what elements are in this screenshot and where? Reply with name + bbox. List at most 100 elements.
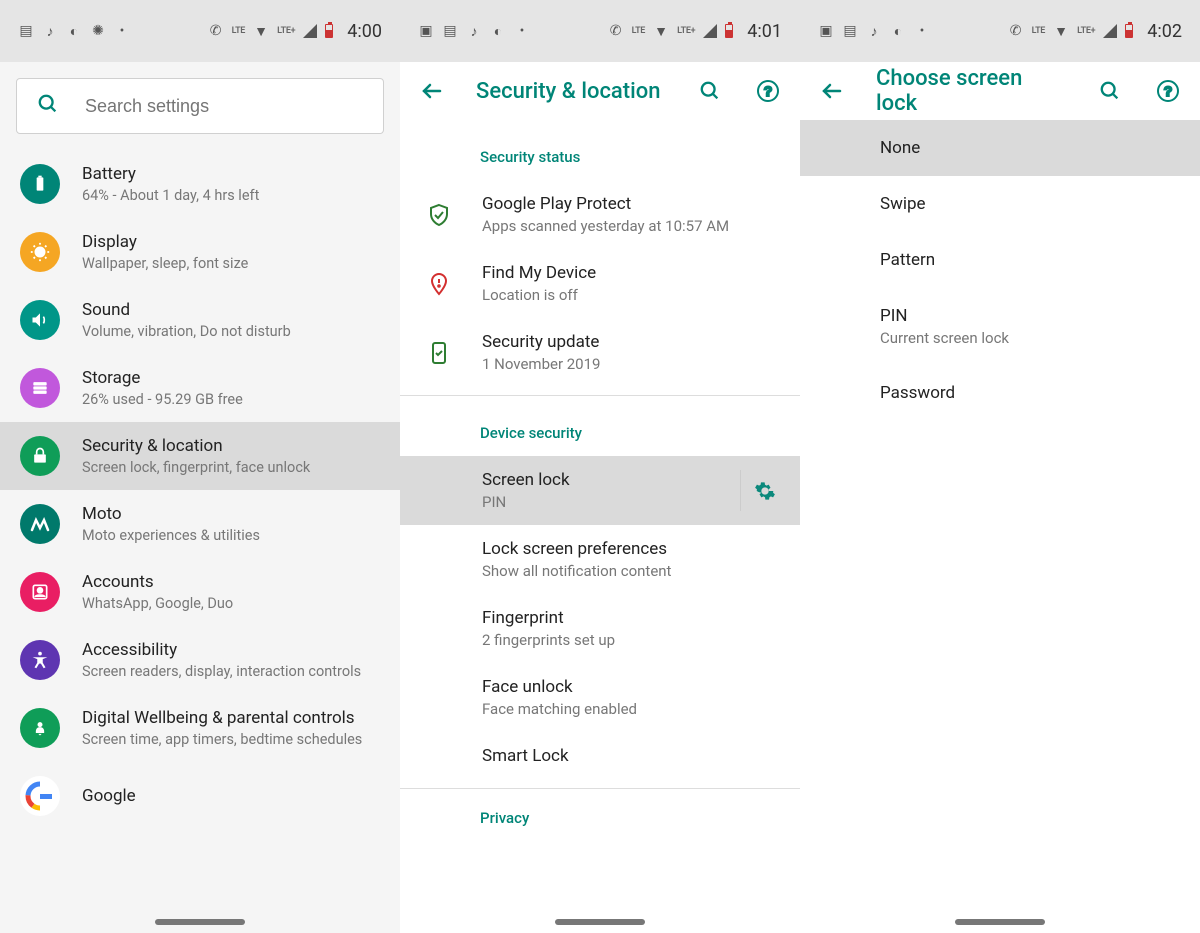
wellbeing-icon bbox=[20, 708, 60, 748]
item-subtitle: Current screen lock bbox=[880, 329, 1180, 347]
item-title: PIN bbox=[880, 306, 1180, 326]
notif-icon: ▤ bbox=[18, 23, 34, 39]
status-bar: ▤ ♪ ◐ ✺ • ✆ LTE ▼ LTE+ 4:00 bbox=[0, 0, 400, 62]
item-subtitle: 2 fingerprints set up bbox=[482, 631, 788, 649]
item-subtitle: Volume, vibration, Do not disturb bbox=[82, 323, 380, 340]
help-button[interactable]: ? bbox=[1154, 77, 1182, 105]
item-title: Battery bbox=[82, 164, 380, 184]
status-bar: ▣ ▤ ♪ ◐ • ✆ LTE ▼ LTE+ 4:01 bbox=[400, 0, 800, 62]
item-subtitle: Show all notification content bbox=[482, 562, 788, 580]
screen-lock-settings-button[interactable] bbox=[740, 470, 788, 511]
section-header: Privacy bbox=[400, 789, 800, 841]
dot-icon: • bbox=[114, 23, 130, 39]
nav-pill[interactable] bbox=[155, 919, 245, 925]
search-input[interactable] bbox=[85, 96, 363, 117]
call-icon: ✆ bbox=[1008, 23, 1024, 39]
item-title: Face unlock bbox=[482, 677, 788, 697]
settings-item-storage[interactable]: Storage 26% used - 95.29 GB free bbox=[0, 354, 400, 422]
nav-pill[interactable] bbox=[555, 919, 645, 925]
page-title: Security & location bbox=[476, 79, 666, 104]
moon-icon: ◐ bbox=[890, 23, 906, 39]
settings-item-sound[interactable]: Sound Volume, vibration, Do not disturb bbox=[0, 286, 400, 354]
image-icon: ▣ bbox=[418, 23, 434, 39]
search-settings[interactable] bbox=[16, 78, 384, 134]
lock-option-none[interactable]: None bbox=[800, 120, 1200, 176]
settings-item-accessibility[interactable]: Accessibility Screen readers, display, in… bbox=[0, 626, 400, 694]
settings-item-security-location[interactable]: Security & locationScreen lock, fingerpr… bbox=[0, 422, 400, 490]
item-subtitle: Screen time, app timers, bedtime schedul… bbox=[82, 731, 380, 748]
lock-icon bbox=[20, 436, 60, 476]
section-header: Security status bbox=[400, 120, 800, 180]
moto-icon bbox=[20, 504, 60, 544]
battery-icon bbox=[20, 164, 60, 204]
settings-screen: ▤ ♪ ◐ ✺ • ✆ LTE ▼ LTE+ 4:00 Battery64% -… bbox=[0, 0, 400, 933]
item-subtitle: Screen readers, display, interaction con… bbox=[82, 663, 380, 680]
location-alert-icon bbox=[418, 272, 460, 296]
item-title: Storage bbox=[82, 368, 380, 388]
lock-option-pin[interactable]: PIN Current screen lock bbox=[800, 288, 1200, 365]
nav-pill[interactable] bbox=[955, 919, 1045, 925]
security-item-face-unlock[interactable]: Face unlock Face matching enabled bbox=[400, 663, 800, 732]
item-title: Digital Wellbeing & parental controls bbox=[82, 708, 380, 728]
signal-icon bbox=[1103, 24, 1117, 38]
settings-item-moto[interactable]: MotoMoto experiences & utilities bbox=[0, 490, 400, 558]
dot-icon: • bbox=[914, 23, 930, 39]
lock-option-pattern[interactable]: Pattern bbox=[800, 232, 1200, 288]
image-icon: ▣ bbox=[818, 23, 834, 39]
item-subtitle: Apps scanned yesterday at 10:57 AM bbox=[482, 217, 788, 235]
accessibility-icon bbox=[20, 640, 60, 680]
security-item-lock-screen-preferences[interactable]: Lock screen preferencesShow all notifica… bbox=[400, 525, 800, 594]
item-subtitle: 26% used - 95.29 GB free bbox=[82, 391, 380, 408]
dot-icon: • bbox=[514, 23, 530, 39]
search-button[interactable] bbox=[696, 77, 724, 105]
help-button[interactable]: ? bbox=[754, 77, 782, 105]
settings-item-google[interactable]: Google bbox=[0, 762, 400, 830]
app-bar: Security & location ? bbox=[400, 62, 800, 120]
music-icon: ♪ bbox=[866, 23, 882, 39]
settings-item-accounts[interactable]: AccountsWhatsApp, Google, Duo bbox=[0, 558, 400, 626]
security-item-google-play-protect[interactable]: Google Play ProtectApps scanned yesterda… bbox=[400, 180, 800, 249]
security-item-find-my-device[interactable]: Find My DeviceLocation is off bbox=[400, 249, 800, 318]
lte-label: LTE bbox=[632, 26, 646, 36]
item-subtitle: 1 November 2019 bbox=[482, 355, 788, 373]
item-subtitle: Face matching enabled bbox=[482, 700, 788, 718]
app-bar: Choose screen lock ? bbox=[800, 62, 1200, 120]
security-item-security-update[interactable]: Security update 1 November 2019 bbox=[400, 318, 800, 387]
clock: 4:01 bbox=[747, 21, 782, 42]
lock-option-swipe[interactable]: Swipe bbox=[800, 176, 1200, 232]
sound-icon bbox=[20, 300, 60, 340]
item-title: Fingerprint bbox=[482, 608, 788, 628]
back-button[interactable] bbox=[818, 77, 846, 105]
settings-item-display[interactable]: DisplayWallpaper, sleep, font size bbox=[0, 218, 400, 286]
item-title: Swipe bbox=[880, 194, 1180, 214]
music-icon: ♪ bbox=[466, 23, 482, 39]
item-title: Sound bbox=[82, 300, 380, 320]
settings-item-digital-wellbeing-parental-controls[interactable]: Digital Wellbeing & parental controls Scr… bbox=[0, 694, 400, 762]
item-title: Moto bbox=[82, 504, 380, 524]
fan-icon: ✺ bbox=[90, 23, 106, 39]
item-title: Security update bbox=[482, 332, 788, 352]
item-title: Screen lock bbox=[482, 470, 718, 490]
lock-option-password[interactable]: Password bbox=[800, 365, 1200, 421]
settings-item-battery[interactable]: Battery64% - About 1 day, 4 hrs left bbox=[0, 150, 400, 218]
item-title: Pattern bbox=[880, 250, 1180, 270]
battery-icon bbox=[1125, 24, 1133, 38]
wifi-icon: ▼ bbox=[653, 23, 669, 39]
security-item-screen-lock[interactable]: Screen lockPIN bbox=[400, 456, 800, 525]
item-title: None bbox=[880, 138, 1180, 158]
back-button[interactable] bbox=[418, 77, 446, 105]
item-title: Google bbox=[82, 786, 380, 806]
wifi-icon: ▼ bbox=[1053, 23, 1069, 39]
item-subtitle: Wallpaper, sleep, font size bbox=[82, 255, 380, 272]
notif-icon: ▤ bbox=[442, 23, 458, 39]
display-icon bbox=[20, 232, 60, 272]
search-button[interactable] bbox=[1096, 77, 1124, 105]
moon-icon: ◐ bbox=[66, 23, 82, 39]
google-icon bbox=[20, 776, 60, 816]
item-title: Find My Device bbox=[482, 263, 788, 283]
signal-icon bbox=[703, 24, 717, 38]
svg-text:?: ? bbox=[1164, 83, 1173, 99]
security-item-fingerprint[interactable]: Fingerprint 2 fingerprints set up bbox=[400, 594, 800, 663]
security-item-smart-lock[interactable]: Smart Lock bbox=[400, 732, 800, 780]
item-title: Accessibility bbox=[82, 640, 380, 660]
